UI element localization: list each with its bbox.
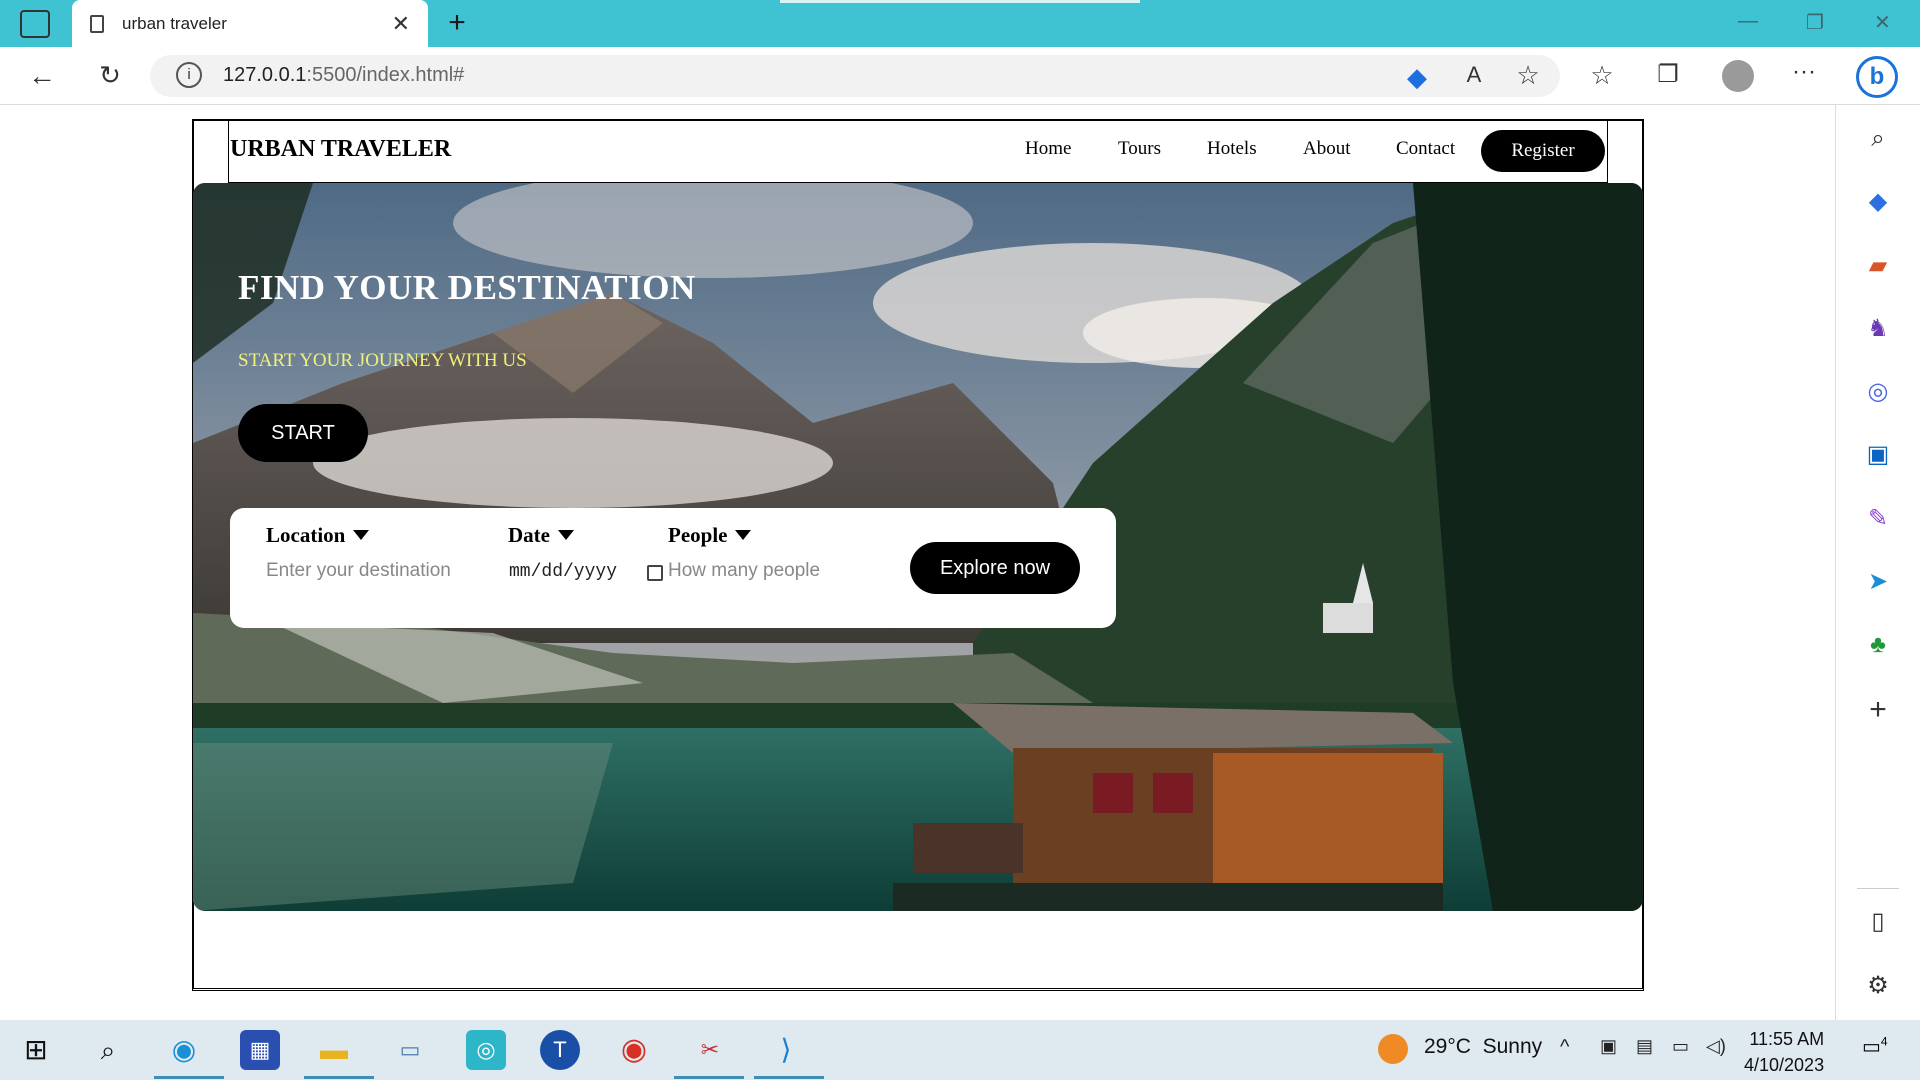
back-arrow-icon[interactable]: ← bbox=[22, 60, 62, 92]
minimize-button[interactable]: — bbox=[1738, 10, 1758, 33]
camera-app-icon[interactable]: ◎ bbox=[466, 1030, 506, 1070]
refresh-icon[interactable]: ↻ bbox=[90, 60, 130, 91]
weather-temp: 29°C bbox=[1424, 1035, 1471, 1058]
clock-time: 11:55 AM bbox=[1749, 1029, 1825, 1049]
calendar-icon[interactable] bbox=[647, 565, 663, 581]
url-text[interactable]: 127.0.0.1:5500/index.html# bbox=[223, 64, 464, 87]
restore-button[interactable]: ❐ bbox=[1806, 10, 1824, 35]
more-options-icon[interactable]: ··· bbox=[1788, 58, 1820, 86]
edge-active-indicator bbox=[154, 1076, 224, 1079]
sidebar-divider bbox=[1857, 888, 1899, 889]
meet-now-icon[interactable]: ▣ bbox=[1600, 1036, 1617, 1057]
tray-app-icon[interactable]: ▤ bbox=[1636, 1036, 1653, 1057]
notification-count: 4 bbox=[1880, 1034, 1888, 1049]
favorites-icon[interactable]: ☆ bbox=[1586, 60, 1618, 91]
tab-loading-indicator bbox=[780, 0, 1140, 3]
store-icon[interactable]: ▦ bbox=[240, 1030, 280, 1070]
games-icon[interactable]: ♞ bbox=[1862, 313, 1894, 345]
explorer-active-indicator bbox=[304, 1076, 374, 1079]
date-dropdown[interactable]: Date bbox=[508, 523, 574, 548]
tab-title: urban traveler bbox=[122, 13, 227, 33]
explore-now-button[interactable]: Explore now bbox=[910, 542, 1080, 594]
collections-icon[interactable]: ❐ bbox=[1652, 60, 1684, 89]
people-label: People bbox=[668, 523, 728, 547]
profile-avatar[interactable] bbox=[1722, 60, 1754, 92]
caret-down-icon bbox=[735, 530, 752, 540]
people-dropdown[interactable]: People bbox=[668, 523, 752, 548]
location-label: Location bbox=[266, 523, 346, 547]
battery-icon[interactable]: ▭ bbox=[1672, 1036, 1689, 1057]
t-app-icon[interactable]: T bbox=[540, 1030, 580, 1070]
register-button[interactable]: Register bbox=[1481, 130, 1605, 172]
site-logo[interactable]: URBAN TRAVELER bbox=[230, 136, 451, 163]
shopping-tag-icon[interactable]: ◆ bbox=[1862, 186, 1894, 218]
hide-sidebar-icon[interactable]: ▯ bbox=[1862, 906, 1894, 938]
weather-desc: Sunny bbox=[1482, 1035, 1543, 1058]
taskbar-search-icon[interactable]: ⌕ bbox=[88, 1030, 128, 1070]
clock-date: 4/10/2023 bbox=[1744, 1055, 1825, 1075]
volume-icon[interactable]: ◁) bbox=[1706, 1036, 1726, 1057]
caret-down-icon bbox=[557, 530, 574, 540]
vscode-active-indicator bbox=[754, 1076, 824, 1079]
tab-close-icon[interactable]: ✕ bbox=[392, 11, 410, 37]
nav-home[interactable]: Home bbox=[1025, 138, 1071, 160]
tree-icon[interactable]: ♣ bbox=[1862, 629, 1894, 661]
date-input[interactable]: mm/dd/yyyy bbox=[509, 562, 617, 582]
nav-contact[interactable]: Contact bbox=[1396, 138, 1455, 160]
location-input[interactable]: Enter your destination bbox=[266, 560, 451, 582]
windows-taskbar bbox=[0, 1020, 1920, 1080]
start-button[interactable]: START bbox=[238, 404, 368, 462]
designer-icon[interactable]: ✎ bbox=[1862, 503, 1894, 535]
file-explorer-icon[interactable]: ▬ bbox=[314, 1030, 354, 1070]
edge-sidebar bbox=[1835, 105, 1920, 1020]
add-favorite-icon[interactable]: ☆ bbox=[1512, 60, 1544, 91]
caret-down-icon bbox=[353, 530, 370, 540]
url-host: 127.0.0.1 bbox=[223, 64, 307, 86]
snipping-tool-icon[interactable]: ✂ bbox=[690, 1030, 730, 1070]
vscode-icon[interactable]: ⟩ bbox=[766, 1030, 806, 1070]
read-aloud-icon[interactable]: A bbox=[1458, 62, 1490, 88]
close-window-button[interactable]: ✕ bbox=[1874, 10, 1891, 35]
weather-sun-icon bbox=[1378, 1034, 1408, 1064]
nav-about[interactable]: About bbox=[1303, 138, 1351, 160]
nav-hotels[interactable]: Hotels bbox=[1207, 138, 1257, 160]
chrome-icon[interactable]: ◉ bbox=[614, 1030, 654, 1070]
date-label: Date bbox=[508, 523, 550, 547]
pc-icon[interactable]: ▭ bbox=[390, 1030, 430, 1070]
new-tab-button[interactable]: + bbox=[440, 6, 474, 40]
hero-subtitle: START YOUR JOURNEY WITH US bbox=[238, 350, 527, 371]
tray-chevron-icon[interactable]: ^ bbox=[1560, 1036, 1569, 1059]
weather-widget[interactable]: 29°C Sunny bbox=[1424, 1035, 1542, 1059]
add-icon[interactable]: + bbox=[1862, 694, 1894, 726]
snip-active-indicator bbox=[674, 1076, 744, 1079]
start-menu-icon[interactable]: ⊞ bbox=[16, 1030, 56, 1070]
url-path: :5500/index.html# bbox=[306, 64, 465, 86]
coupon-tag-icon[interactable]: ◆ bbox=[1402, 62, 1432, 93]
outlook-icon[interactable]: ▣ bbox=[1862, 439, 1894, 471]
browser-tab[interactable]: urban traveler ✕ bbox=[72, 0, 428, 47]
notifications-icon[interactable]: ▭4 bbox=[1862, 1034, 1888, 1059]
page-icon bbox=[90, 14, 104, 33]
tools-briefcase-icon[interactable]: ▰ bbox=[1862, 250, 1894, 282]
site-info-icon[interactable]: i bbox=[176, 62, 202, 88]
bing-chat-icon[interactable]: b bbox=[1856, 56, 1898, 98]
hero-title: FIND YOUR DESTINATION bbox=[238, 268, 696, 307]
edge-icon[interactable]: ◉ bbox=[164, 1030, 204, 1070]
send-icon[interactable]: ➤ bbox=[1862, 566, 1894, 598]
settings-gear-icon[interactable]: ⚙ bbox=[1862, 970, 1894, 1002]
tab-actions-icon[interactable] bbox=[20, 10, 50, 38]
people-input[interactable]: How many people bbox=[668, 560, 820, 582]
location-dropdown[interactable]: Location bbox=[266, 523, 370, 548]
nav-tours[interactable]: Tours bbox=[1118, 138, 1161, 160]
clock[interactable]: 11:55 AM 4/10/2023 bbox=[1744, 1026, 1824, 1078]
search-icon[interactable]: ⌕ bbox=[1862, 123, 1894, 155]
microsoft-365-icon[interactable]: ◎ bbox=[1862, 376, 1894, 408]
